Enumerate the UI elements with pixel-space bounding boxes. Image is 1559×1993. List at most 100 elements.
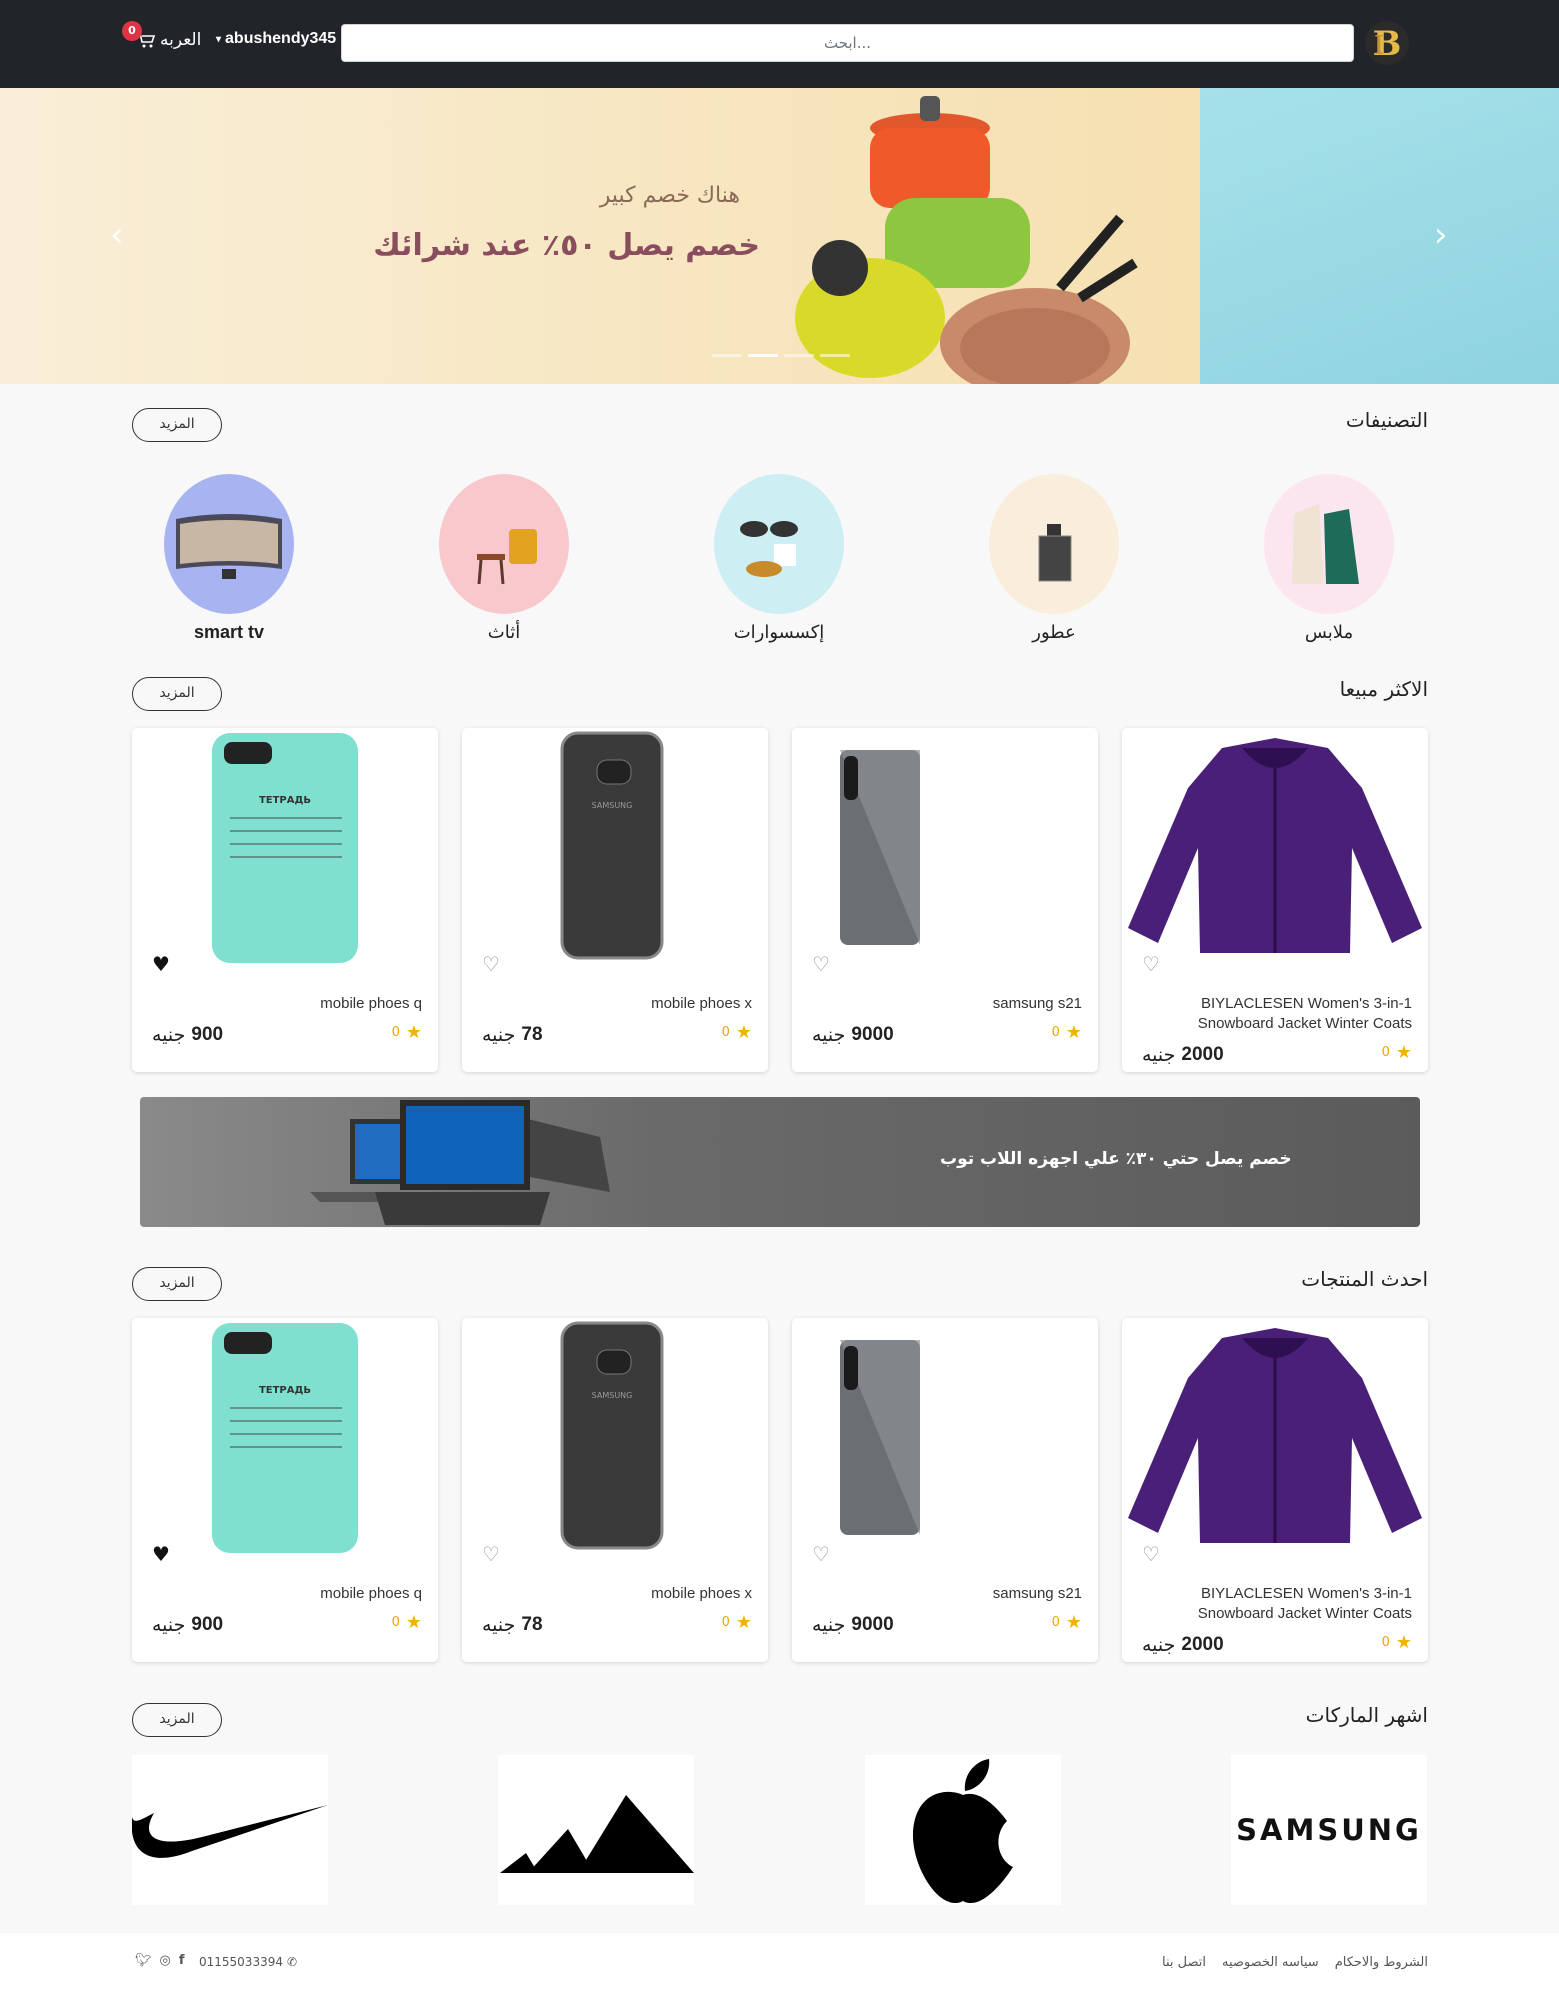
phone-icon: ✆	[286, 1955, 298, 1969]
cart-label: العربه	[160, 30, 202, 50]
product-price: 900 جنيه	[152, 1024, 223, 1046]
product-card[interactable]: ♡ samsung s21 0 ★ 9000 جنيه	[792, 728, 1098, 1072]
price-currency: جنيه	[482, 1614, 516, 1636]
social-links: 🐦︎ ◎ f	[135, 1953, 185, 1968]
product-price: 900 جنيه	[152, 1614, 223, 1636]
star-icon: ★	[1065, 1612, 1082, 1633]
categories-title: التصنيفات	[1345, 408, 1428, 432]
heart-outline-icon[interactable]: ♡	[482, 954, 500, 974]
brand-samsung[interactable]: SAMSUNG	[1231, 1755, 1427, 1905]
footer-link-terms[interactable]: الشروط والاحكام	[1335, 1955, 1428, 1970]
heart-outline-icon[interactable]: ♡	[1142, 1544, 1160, 1564]
product-price: 2000 جنيه	[1142, 1634, 1224, 1656]
carousel-dot[interactable]	[820, 354, 850, 357]
brand-adidas[interactable]	[498, 1755, 694, 1905]
facebook-icon[interactable]: f	[179, 1953, 185, 1968]
star-icon: ★	[1395, 1632, 1412, 1653]
footer-link-contact[interactable]: اتصل بنا	[1162, 1955, 1206, 1970]
category-furniture[interactable]: أثاث	[439, 474, 569, 643]
price-value: 78	[521, 1024, 543, 1045]
adidas-logo	[500, 1795, 694, 1873]
twitter-icon[interactable]: 🐦︎	[135, 1953, 152, 1968]
best-sellers-title: الاكثر مبيعا	[1339, 677, 1428, 701]
category-image	[714, 474, 844, 614]
cart-count-badge: 0	[122, 21, 142, 41]
product-card[interactable]: ♡ samsung s21 0 ★ 9000 جنيه	[792, 1318, 1098, 1662]
category-image	[989, 474, 1119, 614]
best-sellers-more-button[interactable]: المزيد	[132, 677, 222, 711]
brands-more-button[interactable]: المزيد	[132, 1703, 222, 1737]
product-image	[1128, 738, 1422, 953]
hero-subtitle: هناك خصم كبير	[599, 183, 740, 208]
category-perfumes[interactable]: عطور	[989, 474, 1119, 643]
carousel-next-icon[interactable]: ›	[1434, 218, 1448, 252]
product-rating: 0 ★	[722, 1612, 752, 1633]
product-image	[840, 1340, 920, 1535]
latest-products-title: احدث المنتجات	[1301, 1267, 1428, 1291]
latest-products-more-button[interactable]: المزيد	[132, 1267, 222, 1301]
carousel-dot[interactable]	[712, 354, 742, 357]
brand-nike[interactable]	[131, 1755, 328, 1905]
product-card[interactable]: ТЕТРАДЬ ♥ mobile phoes q 0 ★ 900 جنيه	[132, 728, 438, 1072]
product-rating: 0 ★	[392, 1612, 422, 1633]
brand-logo[interactable]: B I	[1362, 18, 1412, 68]
rating-count: 0	[1051, 1025, 1060, 1040]
heart-outline-icon[interactable]: ♡	[812, 1544, 830, 1564]
footer-link-privacy[interactable]: سياسه الخصوصيه	[1222, 1955, 1319, 1970]
nike-logo	[131, 1805, 328, 1858]
cart-button[interactable]: العربه	[136, 30, 201, 50]
product-image: SAMSUNG	[560, 731, 664, 960]
price-value: 2000	[1181, 1044, 1224, 1065]
laptop-promo-banner[interactable]: خصم يصل حتي ٣٠٪ علي اجهزه اللاب توب	[140, 1097, 1420, 1227]
star-icon: ★	[735, 1612, 752, 1633]
carousel-indicators	[712, 354, 850, 357]
svg-text:SAMSUNG: SAMSUNG	[592, 1391, 633, 1400]
phone-number: 01155033394	[199, 1955, 283, 1969]
svg-text:I: I	[1374, 31, 1384, 61]
product-card[interactable]: SAMSUNG ♡ mobile phoes x 0 ★ 78 جنيه	[462, 1318, 768, 1662]
price-currency: جنيه	[812, 1024, 846, 1046]
product-card[interactable]: ♡ BIYLACLESEN Women's 3-in-1 Snowboard J…	[1122, 728, 1428, 1072]
heart-outline-icon[interactable]: ♡	[482, 1544, 500, 1564]
star-icon: ★	[405, 1612, 422, 1633]
categories-more-button[interactable]: المزيد	[132, 408, 222, 442]
category-image	[439, 474, 569, 614]
rating-count: 0	[391, 1615, 400, 1630]
instagram-icon[interactable]: ◎	[160, 1953, 171, 1968]
heart-outline-icon[interactable]: ♡	[1142, 954, 1160, 974]
top-navbar: B I ابحث... ▾ abushendy345 العربه 0	[0, 0, 1559, 88]
brand-apple[interactable]	[865, 1755, 1061, 1905]
rating-count: 0	[1381, 1045, 1390, 1060]
product-name: mobile phoes q	[320, 995, 422, 1012]
carousel-prev-icon[interactable]: ‹	[110, 218, 124, 252]
product-image	[840, 750, 920, 945]
category-clothes[interactable]: ملابس	[1264, 474, 1394, 643]
product-name: mobile phoes x	[651, 1585, 752, 1602]
price-value: 9000	[851, 1614, 894, 1635]
product-rating: 0 ★	[1052, 1022, 1082, 1043]
carousel-dot-active[interactable]	[748, 354, 778, 357]
product-card[interactable]: SAMSUNG ♡ mobile phoes x 0 ★ 78 جنيه	[462, 728, 768, 1072]
category-image	[1264, 474, 1394, 614]
product-rating: 0 ★	[1052, 1612, 1082, 1633]
carousel-dot[interactable]	[784, 354, 814, 357]
heart-outline-icon[interactable]: ♡	[812, 954, 830, 974]
category-smart-tv[interactable]: smart tv	[164, 474, 294, 643]
product-price: 9000 جنيه	[812, 1614, 894, 1636]
product-card[interactable]: ТЕТРАДЬ ♥ mobile phoes q 0 ★ 900 جنيه	[132, 1318, 438, 1662]
product-card[interactable]: ♡ BIYLACLESEN Women's 3-in-1 Snowboard J…	[1122, 1318, 1428, 1662]
price-value: 900	[191, 1024, 224, 1045]
search-input[interactable]: ابحث...	[341, 24, 1354, 62]
category-label: إكسسوارات	[733, 622, 825, 643]
product-name: BIYLACLESEN Women's 3-in-1 Snowboard Jac…	[1197, 995, 1412, 1032]
heart-filled-icon[interactable]: ♥	[152, 1544, 170, 1564]
product-price: 9000 جنيه	[812, 1024, 894, 1046]
category-accessories[interactable]: إكسسوارات	[714, 474, 844, 643]
rating-count: 0	[1051, 1615, 1060, 1630]
user-dropdown[interactable]: ▾ abushendy345	[216, 30, 336, 48]
svg-text:ТЕТРАДЬ: ТЕТРАДЬ	[259, 1385, 311, 1396]
product-image	[1128, 1328, 1422, 1543]
star-icon: ★	[1395, 1042, 1412, 1063]
heart-filled-icon[interactable]: ♥	[152, 954, 170, 974]
product-image: ТЕТРАДЬ	[212, 733, 358, 963]
